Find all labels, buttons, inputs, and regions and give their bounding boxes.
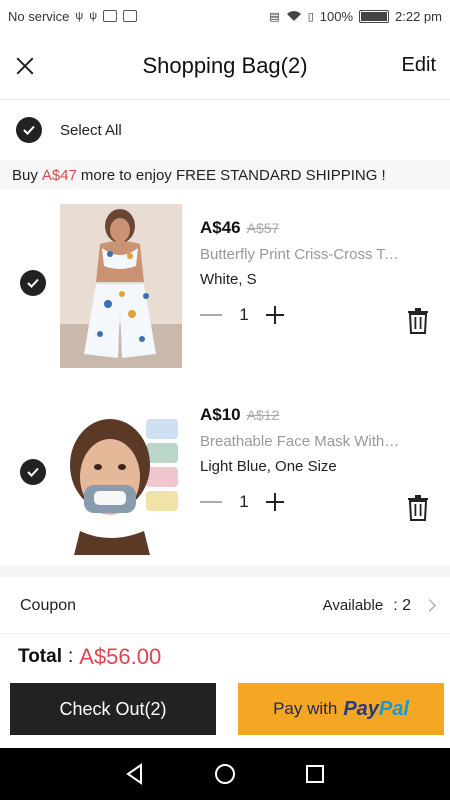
item-variant[interactable]: White, S <box>200 271 440 288</box>
price-line: A$10 A$12 <box>200 405 440 425</box>
coupon-row[interactable]: Coupon Available : 2 <box>0 578 450 634</box>
total-amount: A$56.00 <box>79 644 162 669</box>
paypal-prefix: Pay with <box>273 699 338 718</box>
banner-amount: A$47 <box>41 166 77 184</box>
item-checkbox[interactable] <box>20 459 46 485</box>
section-divider <box>0 565 450 577</box>
quantity-value: 1 <box>239 492 249 511</box>
usb-icon: ψ <box>75 10 84 22</box>
home-icon[interactable] <box>214 763 236 785</box>
total-colon: : <box>67 646 74 667</box>
quantity-stepper: 1 <box>200 302 440 328</box>
face-mask-photo <box>60 413 182 555</box>
quantity-stepper: 1 <box>200 489 440 515</box>
item-price: A$10 <box>200 405 241 424</box>
cart-item: A$46 A$57 Butterfly Print Criss-Cross Top… <box>0 198 450 368</box>
page-title: Shopping Bag(2) <box>142 52 308 78</box>
paypal-logo: PayPal <box>343 698 409 721</box>
item-variant[interactable]: Light Blue, One Size <box>200 458 440 475</box>
battery-level <box>361 11 388 21</box>
total-row: Total : A$56.00 <box>0 640 450 674</box>
navigation-bar <box>0 748 450 800</box>
paypal-button[interactable]: Pay with PayPal <box>238 683 444 735</box>
wifi-icon <box>286 10 302 22</box>
coupon-label: Coupon <box>20 596 77 614</box>
select-all-label: Select All <box>60 121 122 139</box>
status-bar: No service ψ ψ ▤ ▯ 100% 2:22 pm <box>0 0 450 32</box>
trash-icon[interactable] <box>406 308 430 334</box>
banner-suffix: more to enjoy FREE STANDARD SHIPPING ! <box>80 166 386 184</box>
item-checkbox[interactable] <box>20 270 46 296</box>
clock: 2:22 pm <box>395 8 442 24</box>
butterfly-set-photo <box>60 204 182 368</box>
quantity-value: 1 <box>239 305 249 324</box>
item-name[interactable]: Butterfly Print Criss-Cross Top & Pants … <box>200 246 400 263</box>
check-icon <box>27 467 39 477</box>
battery-icon <box>359 9 390 23</box>
trash-icon[interactable] <box>406 495 430 521</box>
chevron-right-icon <box>423 599 436 612</box>
back-icon[interactable] <box>124 763 146 785</box>
sim-icon: ▯ <box>307 10 314 23</box>
coupon-count: : 2 <box>393 596 411 614</box>
product-image[interactable] <box>60 413 182 555</box>
paypal-logo-pal: Pal <box>378 697 409 720</box>
check-icon <box>27 278 39 288</box>
image-notification-icon <box>103 10 118 22</box>
banner-prefix: Buy <box>12 166 38 184</box>
select-all-row: Select All <box>0 101 450 159</box>
check-icon <box>23 125 35 135</box>
coupon-status: Available <box>322 597 384 614</box>
battery-percent: 100% <box>319 8 354 24</box>
status-right: ▤ ▯ 100% 2:22 pm <box>269 9 442 24</box>
recents-icon[interactable] <box>304 763 326 785</box>
item-info: A$10 A$12 Breathable Face Mask With Clear… <box>200 405 440 515</box>
quantity-plus-button[interactable] <box>266 305 286 325</box>
item-original-price: A$12 <box>246 407 280 423</box>
header: Shopping Bag(2) Edit <box>0 32 450 100</box>
vibrate-icon: ▤ <box>269 10 280 23</box>
close-icon[interactable] <box>14 55 36 77</box>
carrier-text: No service <box>8 8 70 24</box>
quantity-plus-button[interactable] <box>266 492 286 512</box>
product-image[interactable] <box>60 204 182 368</box>
free-shipping-banner: Buy A$47 more to enjoy FREE STANDARD SHI… <box>0 160 450 190</box>
usb-icon-2: ψ <box>89 10 98 22</box>
coupon-selector[interactable]: Available : 2 <box>322 596 436 615</box>
cart-item: A$10 A$12 Breathable Face Mask With Clear… <box>0 385 450 555</box>
item-original-price: A$57 <box>246 220 280 236</box>
edit-button[interactable]: Edit <box>402 54 436 77</box>
quantity-minus-button[interactable] <box>200 501 222 503</box>
checkout-button[interactable]: Check Out(2) <box>10 683 216 735</box>
item-name[interactable]: Breathable Face Mask With Clear Window <box>200 433 400 450</box>
app-notification-icon <box>123 10 138 22</box>
paypal-logo-pay: Pay <box>343 697 379 720</box>
item-info: A$46 A$57 Butterfly Print Criss-Cross Top… <box>200 218 440 328</box>
price-line: A$46 A$57 <box>200 218 440 238</box>
item-price: A$46 <box>200 218 241 237</box>
status-left: No service ψ ψ <box>8 8 138 24</box>
select-all-checkbox[interactable] <box>16 117 42 143</box>
quantity-minus-button[interactable] <box>200 314 222 316</box>
total-label: Total <box>18 646 62 667</box>
